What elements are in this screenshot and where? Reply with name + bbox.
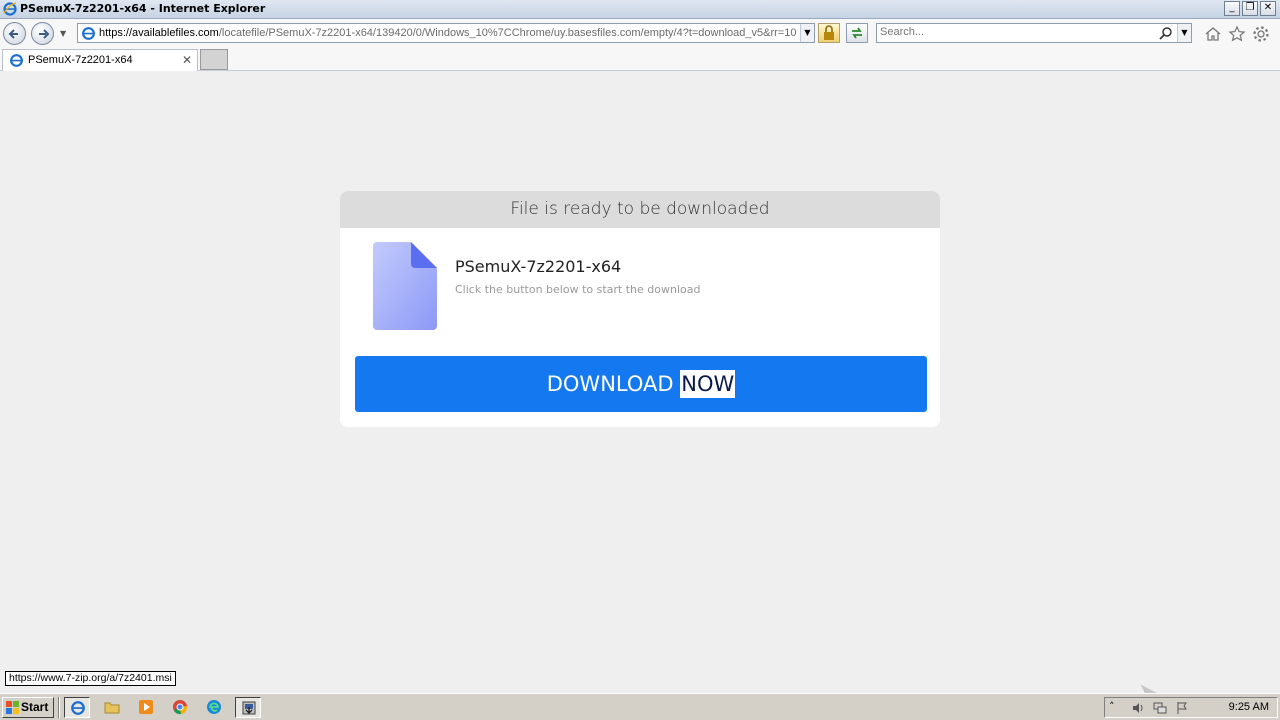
home-icon[interactable] [1204, 25, 1222, 43]
back-button[interactable] [3, 22, 26, 45]
restore-button[interactable]: ❐ [1242, 1, 1258, 16]
internet-explorer-icon [3, 2, 17, 16]
volume-icon[interactable] [1131, 701, 1145, 715]
folder-icon [104, 702, 120, 714]
installer-icon [242, 701, 256, 715]
start-button[interactable]: Start [2, 697, 54, 718]
recent-pages-dropdown-icon[interactable]: ▼ [60, 29, 66, 38]
window-title: PSemuX-7z2201-x64 - Internet Explorer [20, 2, 266, 15]
tab-bar: PSemuX-7z2201-x64 ✕ [0, 47, 1280, 71]
system-tray: ˄ 9:25 AM [1104, 697, 1278, 718]
lock-icon [824, 25, 834, 40]
navigation-bar: ▼ https://availablefiles.com/locatefile/… [0, 19, 1280, 47]
taskbar: Start ˄ 9:25 AM [0, 693, 1280, 720]
refresh-icon [852, 27, 862, 39]
download-card: File is ready to be downloaded PSemuX-7z… [340, 191, 940, 427]
address-bar[interactable]: https://availablefiles.com/locatefile/PS… [77, 23, 815, 43]
forward-button[interactable] [31, 22, 54, 45]
start-label: Start [21, 700, 49, 714]
tab-current[interactable]: PSemuX-7z2201-x64 ✕ [2, 49, 198, 71]
show-hidden-icons-icon[interactable]: ˄ [1109, 700, 1123, 714]
taskbar-separator [58, 697, 60, 718]
file-subtitle: Click the button below to start the down… [455, 283, 701, 296]
status-link-tooltip: https://www.7-zip.org/a/7z2401.msi [5, 671, 176, 686]
file-icon [373, 242, 437, 330]
clock[interactable]: 9:25 AM [1229, 701, 1269, 713]
taskbar-file-explorer[interactable] [99, 697, 125, 718]
favorites-star-icon[interactable] [1228, 25, 1246, 43]
tab-label: PSemuX-7z2201-x64 [28, 54, 133, 66]
windows-flag-icon [6, 701, 19, 714]
search-input[interactable] [880, 26, 1150, 38]
chrome-icon [173, 700, 188, 715]
search-dropdown-icon[interactable]: ▼ [1177, 24, 1191, 42]
internet-explorer-icon [71, 701, 85, 715]
taskbar-chrome[interactable] [167, 697, 193, 718]
url-path: /locatefile/PSemuX-7z2201-x64/139420/0/W… [218, 27, 797, 39]
settings-gear-icon[interactable] [1252, 25, 1270, 43]
new-tab-button[interactable] [200, 49, 228, 70]
search-icon[interactable] [1159, 26, 1173, 40]
url-text[interactable]: https://availablefiles.com/locatefile/PS… [99, 27, 799, 39]
media-player-icon [139, 700, 153, 714]
edge-icon [207, 700, 221, 714]
taskbar-installer-app[interactable] [235, 697, 261, 718]
title-bar: PSemuX-7z2201-x64 - Internet Explorer _ … [0, 0, 1280, 19]
search-box[interactable]: ▼ [876, 23, 1192, 43]
address-dropdown-icon[interactable]: ▼ [800, 24, 814, 42]
tab-close-icon[interactable]: ✕ [182, 53, 192, 67]
refresh-button[interactable] [846, 23, 868, 43]
tab-favicon-icon [10, 54, 23, 67]
taskbar-edge[interactable] [201, 697, 227, 718]
network-icon[interactable] [1153, 701, 1167, 715]
security-lock-button[interactable] [818, 23, 840, 43]
close-window-button[interactable]: ✕ [1260, 1, 1276, 16]
page-favicon-icon [82, 27, 95, 40]
download-button-label-highlighted: NOW [680, 370, 736, 398]
download-now-button[interactable]: DOWNLOAD NOW [355, 356, 927, 412]
card-heading: File is ready to be downloaded [340, 191, 940, 228]
file-name: PSemuX-7z2201-x64 [455, 257, 622, 276]
forward-arrow-icon [39, 29, 50, 39]
download-button-label: DOWNLOAD [546, 372, 681, 396]
action-center-flag-icon[interactable] [1175, 701, 1189, 715]
page-content: File is ready to be downloaded PSemuX-7z… [0, 71, 1280, 720]
back-arrow-icon [8, 29, 18, 39]
taskbar-internet-explorer[interactable] [64, 697, 90, 718]
taskbar-media-player[interactable] [133, 697, 159, 718]
url-host: https://availablefiles.com [99, 27, 219, 39]
minimize-button[interactable]: _ [1224, 1, 1240, 16]
